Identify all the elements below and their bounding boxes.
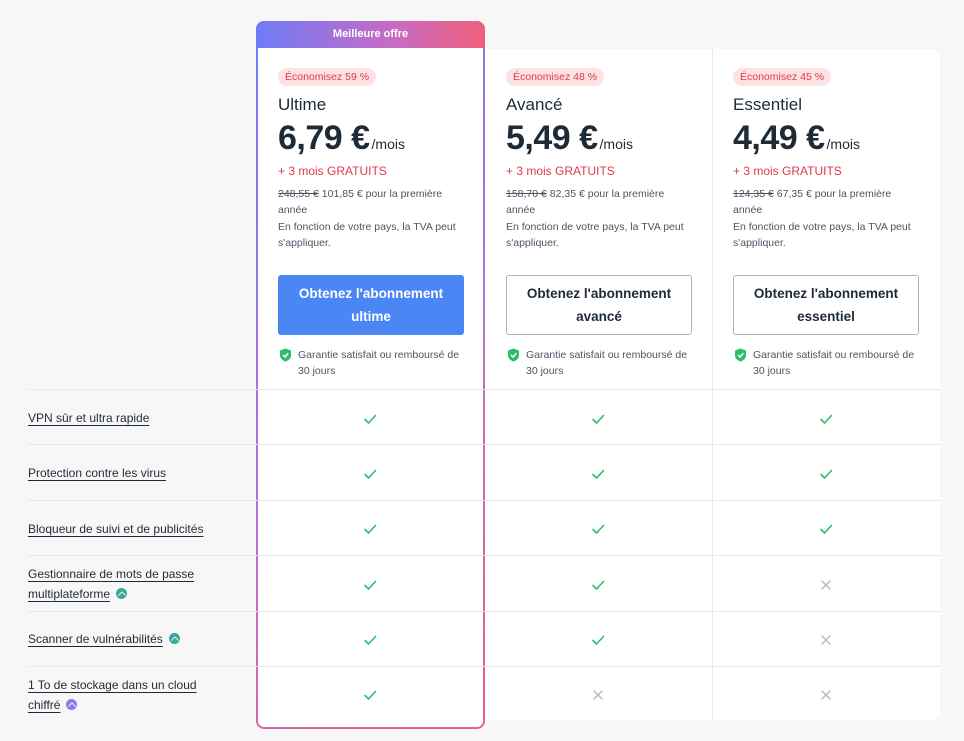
shield-check-icon xyxy=(508,348,519,362)
check-icon xyxy=(364,469,377,480)
subscribe-essentiel-button[interactable]: Obtenez l'abonnement essentiel xyxy=(733,275,919,335)
cross-icon xyxy=(821,635,831,645)
feature-row-label[interactable]: Gestionnaire de mots de passe multiplate… xyxy=(28,564,218,604)
feature-row-label[interactable]: 1 To de stockage dans un cloud chiffré xyxy=(28,675,218,715)
feature-label[interactable]: VPN sûr et ultra rapide xyxy=(28,411,149,425)
check-icon xyxy=(364,690,377,701)
row-divider xyxy=(28,666,940,667)
feature-label[interactable]: 1 To de stockage dans un cloud chiffré xyxy=(28,678,197,712)
shield-check-icon xyxy=(735,348,746,362)
feature-row-label[interactable]: Bloqueur de suivi et de publicités xyxy=(28,519,228,539)
price: 4,49 € xyxy=(733,119,825,157)
guarantee: Garantie satisfait ou remboursé de 30 jo… xyxy=(507,347,697,379)
row-divider xyxy=(28,444,940,445)
price-row: 6,79 € /mois xyxy=(278,119,464,158)
check-icon xyxy=(364,580,377,591)
feature-row-label[interactable]: Scanner de vulnérabilités xyxy=(28,629,228,649)
guarantee-text: Garantie satisfait ou remboursé de 30 jo… xyxy=(753,349,915,377)
plan-name: Avancé xyxy=(506,95,563,114)
row-divider xyxy=(28,500,940,501)
bonus-months: + 3 mois GRATUITS xyxy=(278,164,387,178)
check-icon xyxy=(364,414,377,425)
guarantee-text: Garantie satisfait ou remboursé de 30 jo… xyxy=(298,349,460,377)
plan-avance: Économisez 48 % Avancé 5,49 € /mois + 3 … xyxy=(506,67,692,251)
vat-note: En fonction de votre pays, la TVA peut s… xyxy=(733,221,911,249)
best-offer-banner: Meilleure offre xyxy=(256,21,485,48)
price-period: /mois xyxy=(599,136,633,152)
check-icon xyxy=(592,414,605,425)
feature-label[interactable]: Bloqueur de suivi et de publicités xyxy=(28,522,203,536)
original-price: 158,70 € xyxy=(506,188,547,200)
feature-label[interactable]: Protection contre les virus xyxy=(28,466,166,480)
savings-badge: Économisez 45 % xyxy=(733,68,832,86)
price-period: /mois xyxy=(371,136,405,152)
check-icon xyxy=(364,635,377,646)
plan-ultime: Économisez 59 % Ultime 6,79 € /mois + 3 … xyxy=(278,67,464,251)
row-divider xyxy=(28,611,940,612)
shield-check-icon xyxy=(280,348,291,362)
check-icon xyxy=(364,524,377,535)
savings-badge: Économisez 48 % xyxy=(506,68,605,86)
price: 5,49 € xyxy=(506,119,598,157)
savings-badge: Économisez 59 % xyxy=(278,68,377,86)
price-row: 4,49 € /mois xyxy=(733,119,919,158)
check-icon xyxy=(820,524,833,535)
info-chevron-icon[interactable] xyxy=(66,699,78,710)
subscribe-avance-button[interactable]: Obtenez l'abonnement avancé xyxy=(506,275,692,335)
check-icon xyxy=(592,635,605,646)
original-price-line: 158,70 € 82,35 € pour la première année xyxy=(506,186,692,218)
info-chevron-icon[interactable] xyxy=(116,588,128,599)
cross-icon xyxy=(593,690,603,700)
feature-row-label[interactable]: VPN sûr et ultra rapide xyxy=(28,408,228,428)
original-price: 124,35 € xyxy=(733,188,774,200)
guarantee: Garantie satisfait ou remboursé de 30 jo… xyxy=(734,347,924,379)
vat-note: En fonction de votre pays, la TVA peut s… xyxy=(506,221,684,249)
feature-row-label[interactable]: Protection contre les virus xyxy=(28,463,228,483)
price-row: 5,49 € /mois xyxy=(506,119,692,158)
guarantee-text: Garantie satisfait ou remboursé de 30 jo… xyxy=(526,349,688,377)
row-divider xyxy=(28,555,940,556)
price: 6,79 € xyxy=(278,119,370,157)
row-divider xyxy=(28,389,940,390)
original-price: 248,55 € xyxy=(278,188,319,200)
feature-label[interactable]: Gestionnaire de mots de passe multiplate… xyxy=(28,567,194,601)
cross-icon xyxy=(821,580,831,590)
check-icon xyxy=(592,580,605,591)
bonus-months: + 3 mois GRATUITS xyxy=(733,164,842,178)
guarantee: Garantie satisfait ou remboursé de 30 jo… xyxy=(279,347,469,379)
plan-essentiel: Économisez 45 % Essentiel 4,49 € /mois +… xyxy=(733,67,919,251)
original-price-line: 124,35 € 67,35 € pour la première année xyxy=(733,186,919,218)
plan-name: Ultime xyxy=(278,95,327,114)
price-period: /mois xyxy=(826,136,860,152)
subscribe-ultime-button[interactable]: Obtenez l'abonnement ultime xyxy=(278,275,464,335)
check-icon xyxy=(820,469,833,480)
check-icon xyxy=(592,524,605,535)
feature-label[interactable]: Scanner de vulnérabilités xyxy=(28,632,163,646)
check-icon xyxy=(820,414,833,425)
info-chevron-icon[interactable] xyxy=(168,633,180,644)
vat-note: En fonction de votre pays, la TVA peut s… xyxy=(278,221,456,249)
check-icon xyxy=(592,469,605,480)
column-divider xyxy=(712,49,713,720)
plan-name: Essentiel xyxy=(733,95,802,114)
cross-icon xyxy=(821,690,831,700)
bonus-months: + 3 mois GRATUITS xyxy=(506,164,615,178)
original-price-line: 248,55 € 101,85 € pour la première année xyxy=(278,186,464,218)
